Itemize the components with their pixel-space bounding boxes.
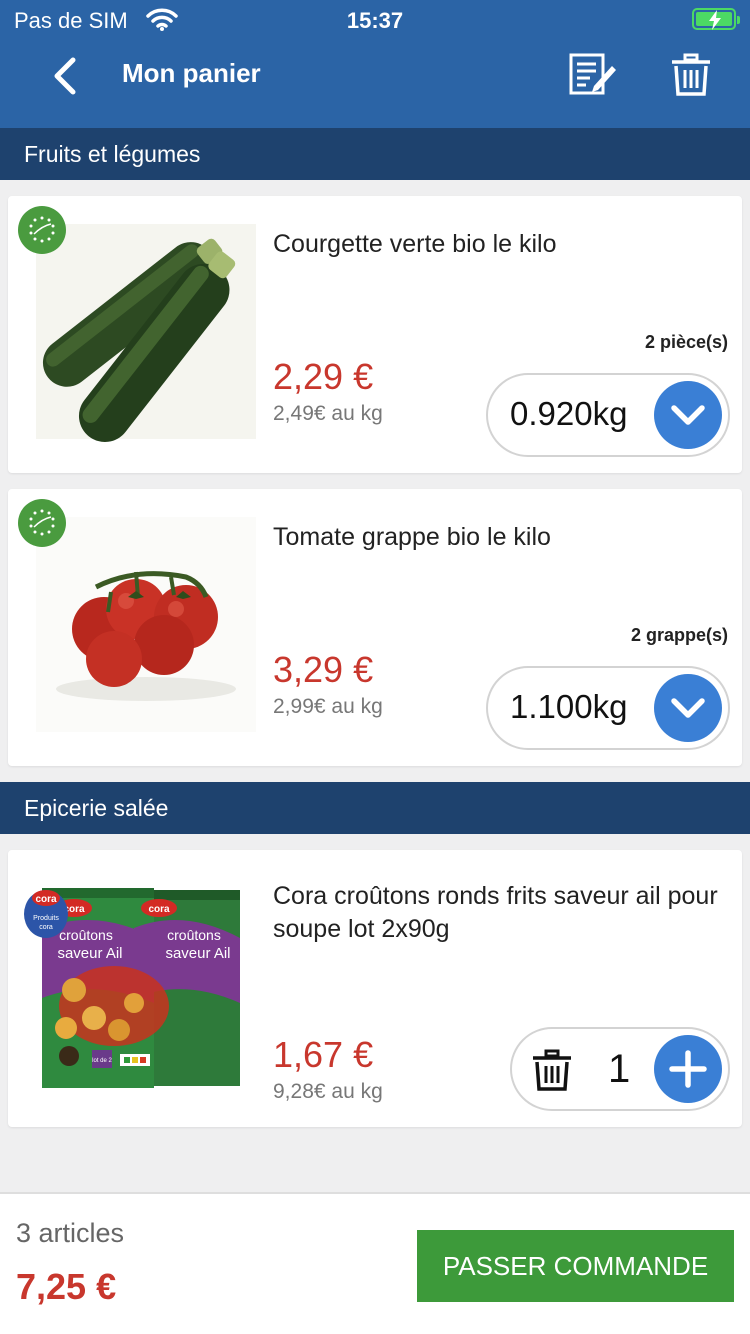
badge-brand: cora <box>35 894 57 905</box>
quantity-selector[interactable]: 0.920kg <box>486 373 730 457</box>
badge-label: Produits <box>33 915 59 922</box>
trash-icon <box>672 53 710 96</box>
package-flavor: saveur Ail <box>57 945 122 962</box>
section-header-epicerie: Epicerie salée <box>0 782 750 834</box>
top-bar: Pas de SIM 15:37 Mon panier <box>0 0 750 128</box>
package-brand: cora <box>148 904 170 915</box>
package-product: croûtons <box>59 927 113 943</box>
quantity-value: 0.920kg <box>510 395 628 432</box>
remove-item-button[interactable] <box>530 1047 574 1093</box>
edit-list-button[interactable] <box>566 52 618 98</box>
cart-total: 7,25 € <box>16 1266 117 1307</box>
product-unit-price: 2,99€ au kg <box>273 695 383 718</box>
package-lot: lot de 2 <box>92 1058 112 1064</box>
product-name: Tomate grappe bio le kilo <box>273 523 551 551</box>
chevron-left-icon <box>54 57 76 95</box>
product-image-croutons: cora cora croûtons saveur Ail croûtons s… <box>24 878 264 1098</box>
product-image-courgette <box>36 224 256 444</box>
chevron-down-icon <box>671 698 705 718</box>
status-time: 15:37 <box>346 8 404 33</box>
status-bar: Pas de SIM 15:37 <box>0 0 750 44</box>
section-header-fruits: Fruits et légumes <box>0 128 750 180</box>
battery-icon <box>692 8 740 30</box>
product-unit-price: 2,49€ au kg <box>273 402 383 425</box>
trash-icon <box>533 1049 571 1091</box>
plus-icon <box>669 1050 707 1088</box>
product-image-tomato <box>36 517 256 737</box>
organic-label-icon <box>18 206 66 254</box>
quantity-stepper: 1 <box>510 1027 730 1111</box>
product-card-croutons[interactable]: cora cora croûtons saveur Ail croûtons s… <box>8 850 742 1127</box>
product-price: 1,67 € <box>273 1034 374 1075</box>
product-price: 2,29 € <box>273 356 374 397</box>
package-flavor: saveur Ail <box>165 945 230 962</box>
product-name: Cora croûtons ronds frits saveur ail pou… <box>273 882 718 943</box>
clear-cart-button[interactable] <box>668 52 714 98</box>
quantity-value: 1 <box>608 1047 631 1091</box>
quantity-selector[interactable]: 1.100kg <box>486 666 730 750</box>
edit-note-icon <box>569 53 616 95</box>
package-product: croûtons <box>167 927 221 943</box>
organic-label-icon <box>18 499 66 547</box>
article-count: 3 articles <box>16 1218 125 1248</box>
back-button[interactable] <box>40 54 90 98</box>
increment-button[interactable] <box>654 1035 722 1103</box>
product-price: 3,29 € <box>273 649 374 690</box>
quantity-dropdown-button[interactable] <box>654 674 722 742</box>
chevron-down-icon <box>671 405 705 425</box>
quantity-dropdown-button[interactable] <box>654 381 722 449</box>
product-piece-count: 2 grappe(s) <box>630 625 728 645</box>
product-unit-price: 9,28€ au kg <box>273 1080 383 1103</box>
page-title: Mon panier <box>122 58 261 88</box>
place-order-button[interactable]: PASSER COMMANDE <box>417 1230 734 1302</box>
product-card-tomato[interactable]: Tomate grappe bio le kilo 3,29 € 2,99€ a… <box>8 489 742 766</box>
product-piece-count: 2 pièce(s) <box>644 332 728 352</box>
product-name: Courgette verte bio le kilo <box>273 230 557 258</box>
cart-footer: 3 articles 7,25 € PASSER COMMANDE <box>0 1192 750 1334</box>
badge-brand-small: cora <box>39 924 53 931</box>
product-card-courgette[interactable]: Courgette verte bio le kilo 2,29 € 2,49€… <box>8 196 742 473</box>
quantity-value: 1.100kg <box>510 688 628 725</box>
